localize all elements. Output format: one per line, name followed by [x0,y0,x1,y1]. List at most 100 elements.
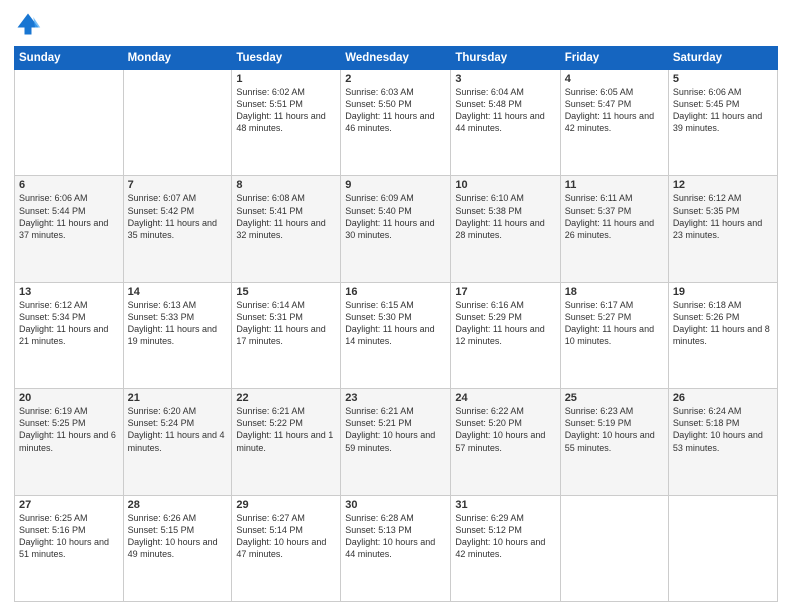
calendar-cell: 14Sunrise: 6:13 AM Sunset: 5:33 PM Dayli… [123,282,232,388]
calendar-week-2: 6Sunrise: 6:06 AM Sunset: 5:44 PM Daylig… [15,176,778,282]
calendar-cell: 16Sunrise: 6:15 AM Sunset: 5:30 PM Dayli… [341,282,451,388]
day-info: Sunrise: 6:02 AM Sunset: 5:51 PM Dayligh… [236,86,336,135]
calendar-cell: 1Sunrise: 6:02 AM Sunset: 5:51 PM Daylig… [232,70,341,176]
day-number: 10 [455,179,555,191]
day-number: 29 [236,499,336,511]
calendar-header-wednesday: Wednesday [341,47,451,70]
day-info: Sunrise: 6:17 AM Sunset: 5:27 PM Dayligh… [565,299,664,348]
calendar-cell: 30Sunrise: 6:28 AM Sunset: 5:13 PM Dayli… [341,495,451,601]
day-info: Sunrise: 6:11 AM Sunset: 5:37 PM Dayligh… [565,192,664,241]
calendar-cell [668,495,777,601]
calendar-cell: 29Sunrise: 6:27 AM Sunset: 5:14 PM Dayli… [232,495,341,601]
calendar-cell: 5Sunrise: 6:06 AM Sunset: 5:45 PM Daylig… [668,70,777,176]
calendar-cell: 13Sunrise: 6:12 AM Sunset: 5:34 PM Dayli… [15,282,124,388]
calendar-cell: 20Sunrise: 6:19 AM Sunset: 5:25 PM Dayli… [15,389,124,495]
calendar-header-tuesday: Tuesday [232,47,341,70]
day-info: Sunrise: 6:25 AM Sunset: 5:16 PM Dayligh… [19,512,119,561]
day-number: 4 [565,73,664,85]
calendar-cell: 18Sunrise: 6:17 AM Sunset: 5:27 PM Dayli… [560,282,668,388]
day-info: Sunrise: 6:12 AM Sunset: 5:35 PM Dayligh… [673,192,773,241]
calendar-header-row: SundayMondayTuesdayWednesdayThursdayFrid… [15,47,778,70]
day-info: Sunrise: 6:12 AM Sunset: 5:34 PM Dayligh… [19,299,119,348]
calendar-week-1: 1Sunrise: 6:02 AM Sunset: 5:51 PM Daylig… [15,70,778,176]
calendar-cell: 6Sunrise: 6:06 AM Sunset: 5:44 PM Daylig… [15,176,124,282]
day-number: 25 [565,392,664,404]
calendar-cell: 23Sunrise: 6:21 AM Sunset: 5:21 PM Dayli… [341,389,451,495]
calendar-cell: 4Sunrise: 6:05 AM Sunset: 5:47 PM Daylig… [560,70,668,176]
calendar-cell: 10Sunrise: 6:10 AM Sunset: 5:38 PM Dayli… [451,176,560,282]
day-number: 27 [19,499,119,511]
calendar-cell: 12Sunrise: 6:12 AM Sunset: 5:35 PM Dayli… [668,176,777,282]
calendar-cell: 3Sunrise: 6:04 AM Sunset: 5:48 PM Daylig… [451,70,560,176]
calendar-header-sunday: Sunday [15,47,124,70]
day-number: 15 [236,286,336,298]
day-number: 8 [236,179,336,191]
calendar-cell: 27Sunrise: 6:25 AM Sunset: 5:16 PM Dayli… [15,495,124,601]
day-info: Sunrise: 6:04 AM Sunset: 5:48 PM Dayligh… [455,86,555,135]
day-number: 17 [455,286,555,298]
day-number: 31 [455,499,555,511]
day-info: Sunrise: 6:13 AM Sunset: 5:33 PM Dayligh… [128,299,228,348]
day-number: 22 [236,392,336,404]
day-info: Sunrise: 6:06 AM Sunset: 5:45 PM Dayligh… [673,86,773,135]
day-number: 7 [128,179,228,191]
calendar-cell: 2Sunrise: 6:03 AM Sunset: 5:50 PM Daylig… [341,70,451,176]
calendar-cell: 25Sunrise: 6:23 AM Sunset: 5:19 PM Dayli… [560,389,668,495]
day-info: Sunrise: 6:15 AM Sunset: 5:30 PM Dayligh… [345,299,446,348]
day-number: 18 [565,286,664,298]
day-info: Sunrise: 6:29 AM Sunset: 5:12 PM Dayligh… [455,512,555,561]
day-number: 21 [128,392,228,404]
calendar-cell: 7Sunrise: 6:07 AM Sunset: 5:42 PM Daylig… [123,176,232,282]
calendar-cell: 17Sunrise: 6:16 AM Sunset: 5:29 PM Dayli… [451,282,560,388]
day-number: 24 [455,392,555,404]
day-info: Sunrise: 6:19 AM Sunset: 5:25 PM Dayligh… [19,405,119,454]
day-info: Sunrise: 6:05 AM Sunset: 5:47 PM Dayligh… [565,86,664,135]
day-number: 2 [345,73,446,85]
day-info: Sunrise: 6:23 AM Sunset: 5:19 PM Dayligh… [565,405,664,454]
day-info: Sunrise: 6:10 AM Sunset: 5:38 PM Dayligh… [455,192,555,241]
calendar-cell: 26Sunrise: 6:24 AM Sunset: 5:18 PM Dayli… [668,389,777,495]
day-info: Sunrise: 6:06 AM Sunset: 5:44 PM Dayligh… [19,192,119,241]
calendar-week-3: 13Sunrise: 6:12 AM Sunset: 5:34 PM Dayli… [15,282,778,388]
calendar-cell [123,70,232,176]
day-info: Sunrise: 6:26 AM Sunset: 5:15 PM Dayligh… [128,512,228,561]
calendar-week-4: 20Sunrise: 6:19 AM Sunset: 5:25 PM Dayli… [15,389,778,495]
day-info: Sunrise: 6:24 AM Sunset: 5:18 PM Dayligh… [673,405,773,454]
day-number: 5 [673,73,773,85]
day-number: 14 [128,286,228,298]
day-number: 3 [455,73,555,85]
day-number: 9 [345,179,446,191]
day-number: 19 [673,286,773,298]
day-info: Sunrise: 6:21 AM Sunset: 5:22 PM Dayligh… [236,405,336,454]
calendar-header-thursday: Thursday [451,47,560,70]
day-number: 20 [19,392,119,404]
calendar-cell [560,495,668,601]
day-number: 30 [345,499,446,511]
logo-icon [14,10,42,38]
logo [14,10,46,38]
calendar-cell: 22Sunrise: 6:21 AM Sunset: 5:22 PM Dayli… [232,389,341,495]
day-info: Sunrise: 6:22 AM Sunset: 5:20 PM Dayligh… [455,405,555,454]
calendar-week-5: 27Sunrise: 6:25 AM Sunset: 5:16 PM Dayli… [15,495,778,601]
day-number: 13 [19,286,119,298]
calendar-cell [15,70,124,176]
calendar-cell: 28Sunrise: 6:26 AM Sunset: 5:15 PM Dayli… [123,495,232,601]
calendar-cell: 31Sunrise: 6:29 AM Sunset: 5:12 PM Dayli… [451,495,560,601]
day-info: Sunrise: 6:27 AM Sunset: 5:14 PM Dayligh… [236,512,336,561]
calendar-cell: 21Sunrise: 6:20 AM Sunset: 5:24 PM Dayli… [123,389,232,495]
calendar-cell: 19Sunrise: 6:18 AM Sunset: 5:26 PM Dayli… [668,282,777,388]
calendar-header-friday: Friday [560,47,668,70]
day-info: Sunrise: 6:21 AM Sunset: 5:21 PM Dayligh… [345,405,446,454]
day-number: 6 [19,179,119,191]
calendar-cell: 15Sunrise: 6:14 AM Sunset: 5:31 PM Dayli… [232,282,341,388]
day-number: 23 [345,392,446,404]
day-number: 16 [345,286,446,298]
calendar-cell: 9Sunrise: 6:09 AM Sunset: 5:40 PM Daylig… [341,176,451,282]
page-header [14,10,778,38]
day-info: Sunrise: 6:09 AM Sunset: 5:40 PM Dayligh… [345,192,446,241]
calendar-cell: 24Sunrise: 6:22 AM Sunset: 5:20 PM Dayli… [451,389,560,495]
day-info: Sunrise: 6:28 AM Sunset: 5:13 PM Dayligh… [345,512,446,561]
calendar-header-monday: Monday [123,47,232,70]
calendar-cell: 8Sunrise: 6:08 AM Sunset: 5:41 PM Daylig… [232,176,341,282]
calendar-header-saturday: Saturday [668,47,777,70]
